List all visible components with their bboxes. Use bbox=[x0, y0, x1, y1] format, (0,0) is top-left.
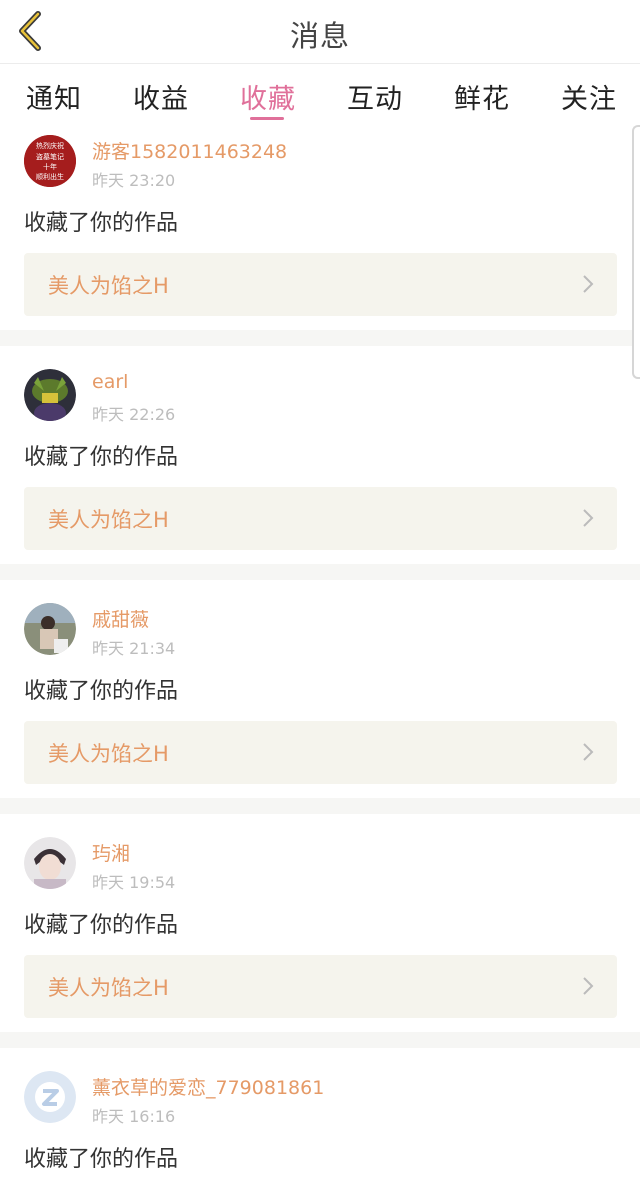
divider bbox=[0, 1032, 640, 1048]
username[interactable]: earl bbox=[92, 371, 128, 393]
divider bbox=[0, 798, 640, 814]
timestamp: 昨天 23:20 bbox=[92, 171, 176, 190]
chevron-right-icon bbox=[583, 275, 594, 293]
action-text: 收藏了你的作品 bbox=[24, 1147, 179, 1172]
top-bar: 消息 bbox=[0, 0, 640, 64]
page-title: 消息 bbox=[289, 19, 350, 53]
username[interactable]: 薰衣草的爱恋_779081861 bbox=[92, 1073, 324, 1100]
avatar-image bbox=[24, 603, 76, 655]
svg-text:顺利出生: 顺利出生 bbox=[36, 172, 64, 181]
list-item: earl 昨天 22:26 收藏了你的作品 美人为馅之H bbox=[0, 359, 640, 564]
avatar[interactable] bbox=[24, 837, 76, 889]
tab-earnings[interactable]: 收益 bbox=[133, 77, 189, 116]
scroll-indicator[interactable] bbox=[632, 125, 640, 379]
tab-bar: 通知 收益 收藏 互动 鲜花 关注 bbox=[0, 64, 640, 124]
work-title: 美人为馅之H bbox=[48, 742, 169, 766]
chevron-right-icon bbox=[583, 743, 594, 761]
work-link[interactable]: 美人为馅之H bbox=[24, 955, 617, 1018]
action-text: 收藏了你的作品 bbox=[24, 445, 179, 470]
tab-favorites[interactable]: 收藏 bbox=[240, 77, 296, 116]
avatar[interactable] bbox=[24, 603, 76, 655]
list-item: 热烈庆祝 盗墓笔记 十年 顺利出生 游客1582011463248 昨天 23:… bbox=[0, 125, 640, 330]
svg-text:盗墓笔记: 盗墓笔记 bbox=[36, 152, 64, 161]
avatar[interactable] bbox=[24, 369, 76, 421]
default-avatar-icon bbox=[24, 1071, 76, 1123]
list-item: 戚甜薇 昨天 21:34 收藏了你的作品 美人为馅之H bbox=[0, 593, 640, 798]
avatar[interactable] bbox=[24, 1071, 76, 1123]
svg-text:热烈庆祝: 热烈庆祝 bbox=[36, 141, 64, 150]
divider bbox=[0, 564, 640, 580]
avatar[interactable]: 热烈庆祝 盗墓笔记 十年 顺利出生 bbox=[24, 135, 76, 187]
action-text: 收藏了你的作品 bbox=[24, 913, 179, 938]
work-link[interactable]: 美人为馅之H bbox=[24, 487, 617, 550]
timestamp: 昨天 22:26 bbox=[92, 405, 176, 424]
avatar-image bbox=[24, 369, 76, 421]
divider bbox=[0, 330, 640, 346]
tab-notifications[interactable]: 通知 bbox=[26, 77, 82, 116]
avatar-image: 热烈庆祝 盗墓笔记 十年 顺利出生 bbox=[24, 135, 76, 187]
work-link[interactable]: 美人为馅之H bbox=[24, 721, 617, 784]
avatar-image bbox=[24, 837, 76, 889]
action-text: 收藏了你的作品 bbox=[24, 211, 179, 236]
work-title: 美人为馅之H bbox=[48, 976, 169, 1000]
list-item: 玙湘 昨天 19:54 收藏了你的作品 美人为馅之H bbox=[0, 827, 640, 1032]
work-link[interactable]: 美人为馅之H bbox=[24, 253, 617, 316]
username[interactable]: 戚甜薇 bbox=[92, 605, 149, 632]
chevron-right-icon bbox=[583, 509, 594, 527]
list-item: 薰衣草的爱恋_779081861 昨天 16:16 收藏了你的作品 bbox=[0, 1061, 640, 1187]
chevron-right-icon bbox=[583, 977, 594, 995]
action-text: 收藏了你的作品 bbox=[24, 679, 179, 704]
active-tab-indicator bbox=[250, 117, 284, 120]
tab-following[interactable]: 关注 bbox=[561, 77, 617, 116]
timestamp: 昨天 19:54 bbox=[92, 873, 176, 892]
work-title: 美人为馅之H bbox=[48, 274, 169, 298]
svg-text:十年: 十年 bbox=[43, 162, 57, 171]
tab-flowers[interactable]: 鲜花 bbox=[454, 77, 510, 116]
timestamp: 昨天 21:34 bbox=[92, 639, 176, 658]
work-title: 美人为馅之H bbox=[48, 508, 169, 532]
username[interactable]: 游客1582011463248 bbox=[92, 137, 287, 164]
timestamp: 昨天 16:16 bbox=[92, 1107, 176, 1126]
username[interactable]: 玙湘 bbox=[92, 839, 130, 866]
tab-interactions[interactable]: 互动 bbox=[347, 77, 403, 116]
